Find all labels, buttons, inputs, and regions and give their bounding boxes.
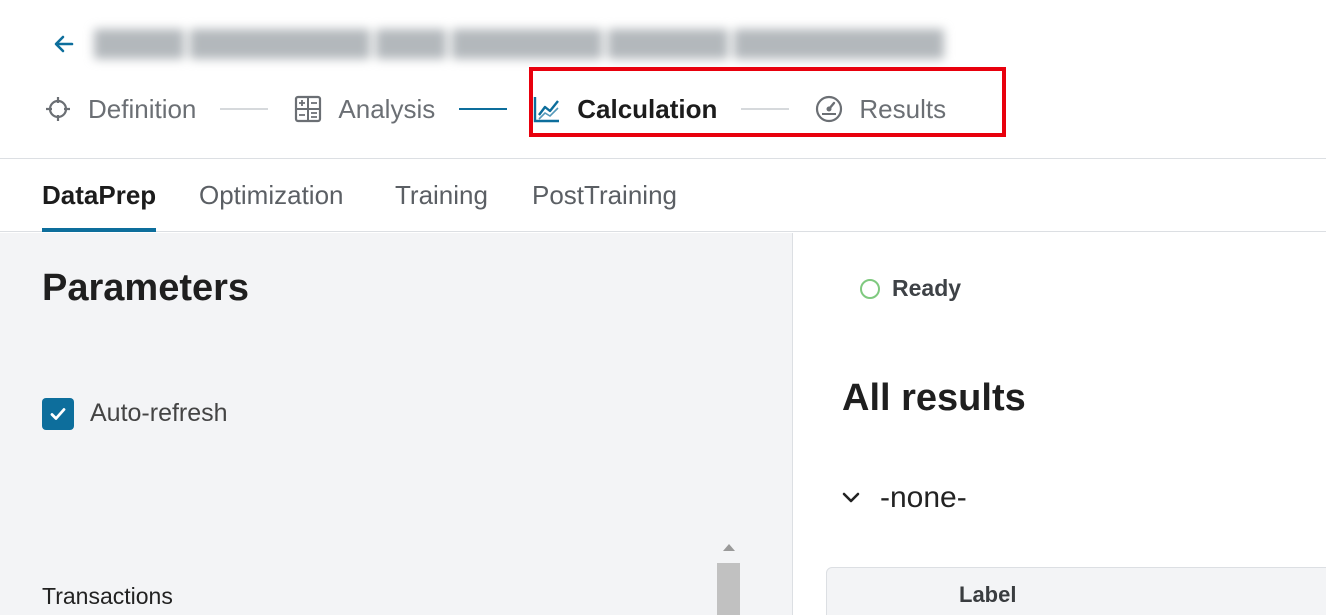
tab-bar: DataPrep Optimization Training PostTrain… <box>0 160 1326 232</box>
tab-posttraining[interactable]: PostTraining <box>532 160 677 232</box>
tab-optimization[interactable]: Optimization <box>199 160 344 232</box>
parameters-title: Parameters <box>42 267 250 309</box>
redacted-title <box>94 18 944 70</box>
chevron-down-icon <box>842 492 860 503</box>
line-chart-icon <box>531 93 563 125</box>
step-calculation[interactable]: Calculation <box>531 93 717 125</box>
status-indicator: Ready <box>860 275 961 302</box>
results-panel: Ready All results -none- Label <box>794 233 1326 615</box>
back-button[interactable] <box>50 30 78 58</box>
step-results[interactable]: Results <box>813 93 946 125</box>
transactions-label: Transactions <box>42 583 173 609</box>
step-analysis[interactable]: Analysis <box>292 93 435 125</box>
step-connector <box>741 108 790 110</box>
step-label: Calculation <box>577 93 718 124</box>
scroll-up-button[interactable] <box>715 533 742 561</box>
page-header: Definition Analysis Calculation Results <box>0 0 1326 159</box>
step-connector <box>459 108 508 110</box>
wizard-steps: Definition Analysis Calculation Results <box>42 84 946 134</box>
triangle-up-icon <box>722 544 735 551</box>
results-table-header: Label <box>826 567 1326 615</box>
auto-refresh-checkbox[interactable] <box>42 398 74 430</box>
step-label: Definition <box>88 93 197 124</box>
column-header-label[interactable]: Label <box>959 582 1016 608</box>
status-label: Ready <box>892 275 962 301</box>
checkmark-icon <box>50 408 66 420</box>
calculator-icon <box>292 93 324 125</box>
arrow-left-icon <box>54 35 74 53</box>
tab-training[interactable]: Training <box>395 160 488 232</box>
group-label: -none- <box>880 481 967 514</box>
step-connector <box>220 108 269 110</box>
gauge-icon <box>813 93 845 125</box>
tab-dataprep[interactable]: DataPrep <box>42 160 157 232</box>
group-toggle[interactable]: -none- <box>842 481 967 515</box>
auto-refresh-label: Auto-refresh <box>90 399 228 427</box>
scrollbar[interactable] <box>715 533 742 615</box>
crosshair-icon <box>42 93 74 125</box>
status-circle-icon <box>860 278 880 299</box>
parameters-panel: Parameters Auto-refresh Transactions <box>0 233 793 615</box>
step-definition[interactable]: Definition <box>42 93 196 125</box>
all-results-title: All results <box>842 377 1026 419</box>
step-label: Results <box>859 93 947 124</box>
step-label: Analysis <box>338 93 436 124</box>
scroll-thumb[interactable] <box>717 563 740 615</box>
